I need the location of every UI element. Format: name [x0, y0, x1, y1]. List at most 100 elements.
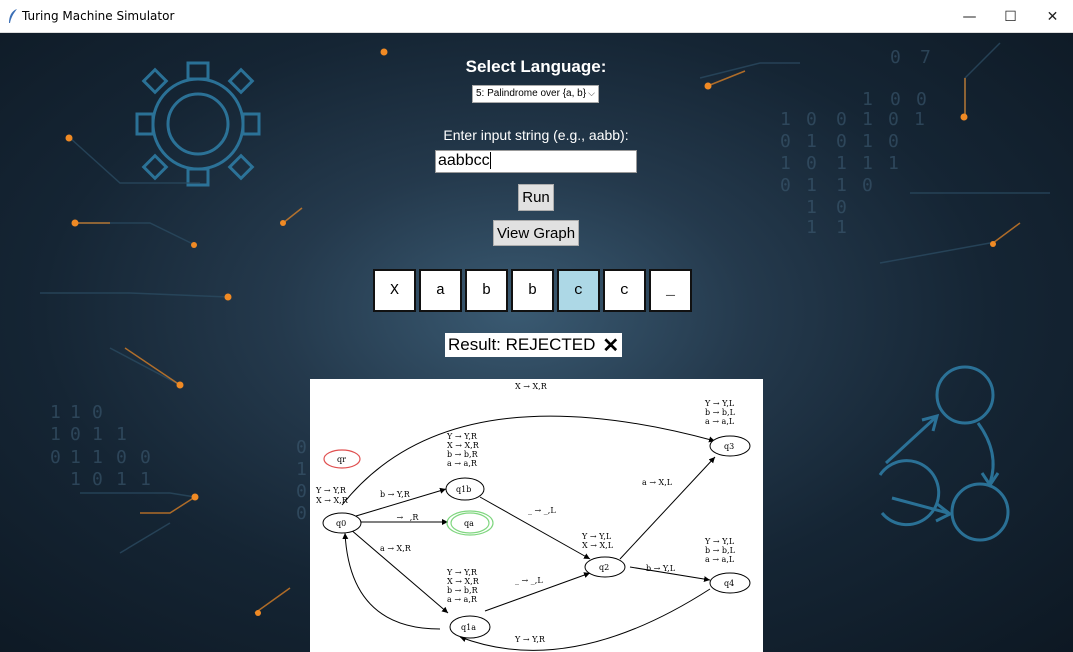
svg-text:1: 1	[862, 89, 873, 110]
svg-text:1: 1	[862, 153, 873, 174]
graph-edge-label: X → X,R	[515, 382, 548, 391]
svg-text:0: 0	[836, 197, 847, 218]
state-graph-svg: qr q0 q1b qa q2 q1a q3 q4 X → X,R Y → Y,…	[315, 382, 751, 651]
svg-text:1: 1	[116, 469, 127, 490]
graph-edge-label: a → a,L	[705, 417, 735, 426]
svg-text:1: 1	[70, 469, 81, 490]
close-button[interactable]: ✕	[1030, 0, 1073, 33]
svg-text:7: 7	[920, 47, 931, 68]
svg-text:0: 0	[888, 131, 899, 152]
graph-edge-label: X → X,L	[582, 541, 614, 550]
language-heading: Select Language:	[465, 57, 607, 76]
feather-icon	[9, 9, 17, 23]
graph-edge-label: b → b,L	[705, 546, 736, 555]
svg-text:1: 1	[888, 153, 899, 174]
graph-edge-label: Y → Y,R	[315, 486, 347, 495]
svg-text:1: 1	[806, 175, 817, 196]
svg-text:0: 0	[296, 437, 307, 458]
tape-cell: a	[419, 269, 462, 312]
graph-edge-label: b → Y,L	[646, 564, 676, 573]
svg-text:0: 0	[296, 481, 307, 502]
tape-cell: b	[511, 269, 554, 312]
svg-text:1: 1	[116, 424, 127, 445]
svg-text:1: 1	[806, 131, 817, 152]
svg-text:0: 0	[50, 447, 61, 468]
graph-edge-label: b → b,R	[447, 586, 479, 595]
view-graph-button[interactable]: View Graph	[493, 220, 579, 246]
graph-edge-label: a → X,R	[380, 544, 412, 553]
run-button[interactable]: Run	[518, 184, 554, 211]
graph-edge-label: X → X,R	[447, 441, 480, 450]
text-caret	[489, 152, 491, 170]
svg-text:0: 0	[916, 89, 927, 110]
svg-text:1: 1	[914, 109, 925, 130]
result-text: Result: REJECTED	[448, 335, 596, 354]
maximize-icon: ☐	[1004, 8, 1017, 25]
svg-text:1: 1	[806, 217, 817, 238]
graph-node-label: q1a	[461, 623, 476, 632]
minimize-icon: —	[962, 8, 977, 25]
graph-edge-label: _ → _,L	[528, 506, 556, 515]
svg-text:1: 1	[862, 109, 873, 130]
svg-text:1: 1	[92, 447, 103, 468]
svg-text:1: 1	[140, 469, 151, 490]
tape-cell: b	[465, 269, 508, 312]
graph-edge-label: a → a,R	[447, 459, 478, 468]
main-canvas: 07 100 100101 01010 10111 0110 10 11 110…	[0, 33, 1073, 652]
graph-node-label: q4	[724, 579, 734, 588]
svg-text:0: 0	[92, 402, 103, 423]
svg-text:1: 1	[70, 447, 81, 468]
graph-edge-label: Y → Y,R	[514, 635, 546, 644]
svg-text:0: 0	[806, 153, 817, 174]
svg-text:1: 1	[836, 175, 847, 196]
svg-text:0: 0	[116, 447, 127, 468]
tape: X a b b c c _	[373, 269, 692, 312]
input-label: Enter input string (e.g., aabb):	[443, 127, 629, 143]
svg-text:1: 1	[836, 153, 847, 174]
chevron-down-icon: ⌵	[588, 88, 595, 98]
svg-text:1: 1	[296, 459, 307, 480]
graph-edge-label: _ → _,L	[515, 576, 543, 585]
graph-node-label: q1b	[456, 485, 471, 494]
svg-text:1: 1	[50, 402, 61, 423]
svg-text:1: 1	[836, 217, 847, 238]
svg-text:1: 1	[780, 153, 791, 174]
minimize-button[interactable]: —	[947, 0, 992, 33]
svg-text:0: 0	[140, 447, 151, 468]
svg-text:0: 0	[296, 503, 307, 524]
graph-edge-label: a → a,R	[447, 595, 478, 604]
svg-text:0: 0	[780, 175, 791, 196]
language-selected-value: 5: Palindrome over {a, b}	[476, 88, 587, 99]
graph-edge-label: _ → _,R	[390, 513, 419, 522]
graph-edge-label: X → X,R	[447, 577, 480, 586]
svg-text:1: 1	[92, 424, 103, 445]
graph-edge-label: Y → Y,L	[581, 532, 612, 541]
tape-cell: X	[373, 269, 416, 312]
maximize-button[interactable]: ☐	[988, 0, 1033, 33]
graph-node-label: qa	[464, 519, 474, 528]
svg-text:0: 0	[806, 109, 817, 130]
svg-text:0: 0	[836, 109, 847, 130]
svg-text:1: 1	[862, 131, 873, 152]
graph-node-label: q0	[336, 519, 346, 528]
svg-text:1: 1	[780, 109, 791, 130]
svg-text:1: 1	[50, 424, 61, 445]
graph-node-label: q3	[724, 442, 734, 451]
svg-text:0: 0	[92, 469, 103, 490]
tape-cell: _	[649, 269, 692, 312]
svg-text:0: 0	[70, 424, 81, 445]
result-label: Result: REJECTED ✕	[445, 333, 623, 357]
automaton-icon	[878, 365, 1010, 542]
language-select[interactable]: 5: Palindrome over {a, b} ⌵	[472, 85, 599, 103]
input-string-field[interactable]: aabbcc	[435, 150, 637, 173]
svg-text:1: 1	[70, 402, 81, 423]
graph-edge-label: a → a,L	[705, 555, 735, 564]
cross-icon: ✕	[602, 334, 620, 357]
window-title: Turing Machine Simulator	[22, 9, 175, 23]
graph-edge-label: X → X,R	[316, 496, 349, 505]
graph-edge-label: b → Y,R	[380, 490, 411, 499]
gear-icon	[135, 61, 261, 187]
svg-text:0: 0	[888, 109, 899, 130]
graph-edge-label: Y → Y,L	[704, 399, 735, 408]
tape-cell-head: c	[557, 269, 600, 312]
